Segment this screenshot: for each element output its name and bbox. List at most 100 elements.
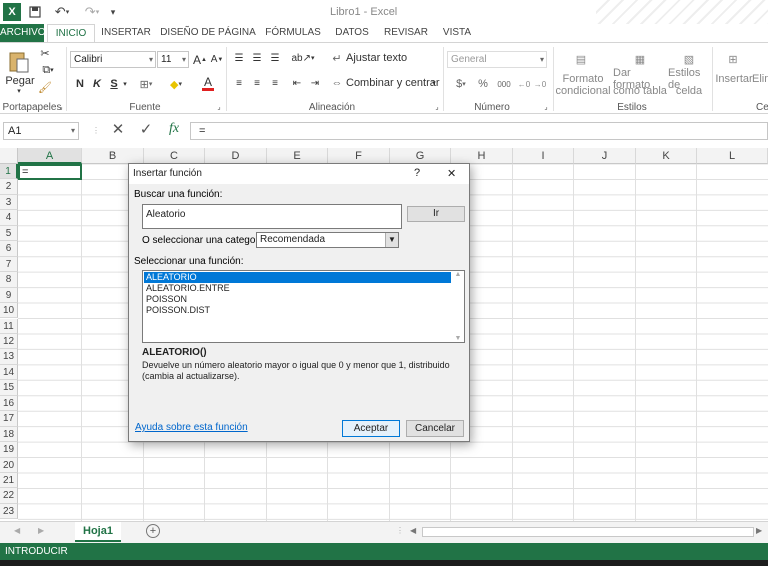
tab-home[interactable]: INICIO (47, 24, 95, 43)
font-name-combo[interactable]: Calibri ▾ (70, 51, 156, 68)
insert-cells-icon[interactable]: ⊞ (722, 47, 744, 71)
row-header[interactable]: 10 (0, 303, 18, 319)
list-item[interactable]: ALEATORIO (144, 272, 451, 283)
splitter-grip[interactable]: ⋮ (396, 526, 404, 538)
align-top-icon[interactable]: ☰ (232, 51, 246, 65)
redo-icon[interactable]: ↷ ▾ (80, 3, 104, 21)
row-header[interactable]: 5 (0, 225, 18, 242)
column-header[interactable]: I (513, 148, 574, 164)
customize-qat-icon[interactable]: ▾ (106, 3, 120, 21)
column-header[interactable]: L (697, 148, 768, 164)
row-header[interactable]: 2 (0, 179, 18, 195)
tab-view[interactable]: VISTA (438, 24, 476, 42)
row-header[interactable]: 13 (0, 349, 18, 365)
confirm-entry-icon[interactable]: ✓ (136, 120, 156, 142)
tab-review[interactable]: REVISAR (380, 24, 432, 42)
column-header[interactable]: A (18, 148, 82, 164)
paste-dropdown-icon[interactable]: ▾ (13, 87, 25, 95)
tab-page-layout[interactable]: DISEÑO DE PÁGINA (160, 24, 256, 42)
format-painter-icon[interactable]: 🖌 (38, 80, 52, 94)
list-item[interactable]: POISSON.DIST (144, 305, 424, 316)
number-launcher-icon[interactable]: ⌟ (542, 103, 550, 111)
sheet-tab-hoja1[interactable]: Hoja1 (75, 522, 121, 542)
save-icon[interactable] (26, 3, 44, 21)
copy-icon[interactable]: ⧉ ▾ (38, 63, 58, 77)
underline-dropdown-icon[interactable]: ▾ (120, 76, 130, 92)
row-header[interactable]: 6 (0, 241, 18, 257)
scroll-left-icon[interactable]: ◀ (14, 526, 24, 538)
decrease-font-icon[interactable]: A ▼ (210, 51, 224, 68)
wrap-text-button[interactable]: Ajustar texto (346, 51, 407, 65)
go-button[interactable]: Ir (407, 206, 465, 222)
column-header[interactable]: D (205, 148, 267, 164)
tab-file[interactable]: ARCHIVO (0, 24, 46, 42)
list-item[interactable]: POISSON (144, 294, 424, 305)
decrease-indent-icon[interactable]: ⇤ (290, 76, 304, 90)
column-header[interactable]: E (267, 148, 328, 164)
tab-data[interactable]: DATOS (330, 24, 374, 42)
tab-insert[interactable]: INSERTAR (98, 24, 154, 42)
list-item[interactable]: ALEATORIO.ENTRE (144, 283, 424, 294)
column-header[interactable]: H (451, 148, 513, 164)
scroll-up-icon[interactable]: ▲ (452, 271, 464, 278)
paste-icon[interactable] (6, 49, 32, 75)
cell-styles-button-line2[interactable]: celda (668, 85, 710, 97)
wrap-text-icon[interactable]: ↵ (330, 51, 344, 65)
column-header[interactable]: J (574, 148, 636, 164)
fill-color-icon[interactable]: ◆ ▾ (164, 76, 188, 92)
row-header[interactable]: 19 (0, 442, 18, 458)
row-header[interactable]: 21 (0, 473, 18, 489)
cut-icon[interactable]: ✂ (38, 46, 52, 60)
increase-decimal-icon[interactable]: ←0 (517, 76, 531, 92)
column-header[interactable]: G (390, 148, 451, 164)
cancel-entry-icon[interactable]: ✕ (108, 120, 128, 142)
row-header[interactable]: 7 (0, 256, 18, 273)
font-size-combo[interactable]: 11 ▾ (157, 51, 189, 68)
orientation-icon[interactable]: ab↗ ▾ (290, 51, 316, 65)
cell-styles-button[interactable]: Estilos de (668, 67, 710, 91)
category-select[interactable]: Recomendada ▼ (256, 232, 399, 248)
h-scroll-left-icon[interactable]: ◀ (410, 526, 420, 538)
row-header[interactable]: 22 (0, 488, 18, 504)
row-header[interactable]: 11 (0, 318, 18, 334)
font-launcher-icon[interactable]: ⌟ (215, 103, 223, 111)
insert-function-icon[interactable]: fx (164, 121, 184, 141)
font-color-icon[interactable]: A (196, 76, 220, 92)
conditional-format-button-line2[interactable]: condicional (555, 85, 610, 97)
close-icon[interactable]: ✕ (447, 167, 456, 180)
conditional-format-button[interactable]: Formato (557, 73, 609, 85)
clipboard-launcher-icon[interactable]: ⌟ (57, 103, 65, 111)
help-link[interactable]: Ayuda sobre esta función (135, 422, 248, 433)
merge-dropdown-icon[interactable]: ▾ (430, 76, 438, 90)
function-search-input[interactable]: Aleatorio (142, 204, 402, 229)
list-scrollbar[interactable]: ▲ ▼ (452, 271, 464, 342)
increase-font-icon[interactable]: A ▲ (193, 51, 207, 68)
column-header[interactable]: K (636, 148, 697, 164)
scroll-down-icon[interactable]: ▼ (452, 335, 464, 342)
decrease-decimal-icon[interactable]: →0 (533, 76, 547, 92)
align-bottom-icon[interactable]: ☰ (268, 51, 282, 65)
number-format-combo[interactable]: General ▾ (447, 51, 547, 68)
add-sheet-icon[interactable]: + (146, 524, 160, 538)
underline-button[interactable]: S (108, 76, 120, 92)
row-header[interactable]: 15 (0, 380, 18, 396)
thousands-button[interactable]: 000 (494, 76, 514, 92)
column-header[interactable]: F (328, 148, 390, 164)
ok-button[interactable]: Aceptar (342, 420, 400, 437)
row-header[interactable]: 16 (0, 395, 18, 412)
row-header[interactable]: 12 (0, 333, 18, 350)
row-header[interactable]: 1 (0, 164, 18, 180)
name-box[interactable]: A1 ▾ (3, 122, 79, 140)
row-header[interactable]: 8 (0, 272, 18, 288)
column-header[interactable]: C (144, 148, 205, 164)
bold-button[interactable]: N (74, 76, 86, 92)
align-center-icon[interactable]: ≡ (250, 76, 264, 90)
row-header[interactable]: 23 (0, 503, 18, 520)
row-header[interactable]: 20 (0, 457, 18, 473)
increase-indent-icon[interactable]: ⇥ (308, 76, 322, 90)
tab-formulas[interactable]: FÓRMULAS (262, 24, 324, 42)
horizontal-scrollbar[interactable] (422, 527, 754, 537)
paste-button[interactable]: Pegar (4, 75, 36, 87)
align-right-icon[interactable]: ≡ (268, 76, 282, 90)
row-header[interactable]: 9 (0, 287, 18, 304)
